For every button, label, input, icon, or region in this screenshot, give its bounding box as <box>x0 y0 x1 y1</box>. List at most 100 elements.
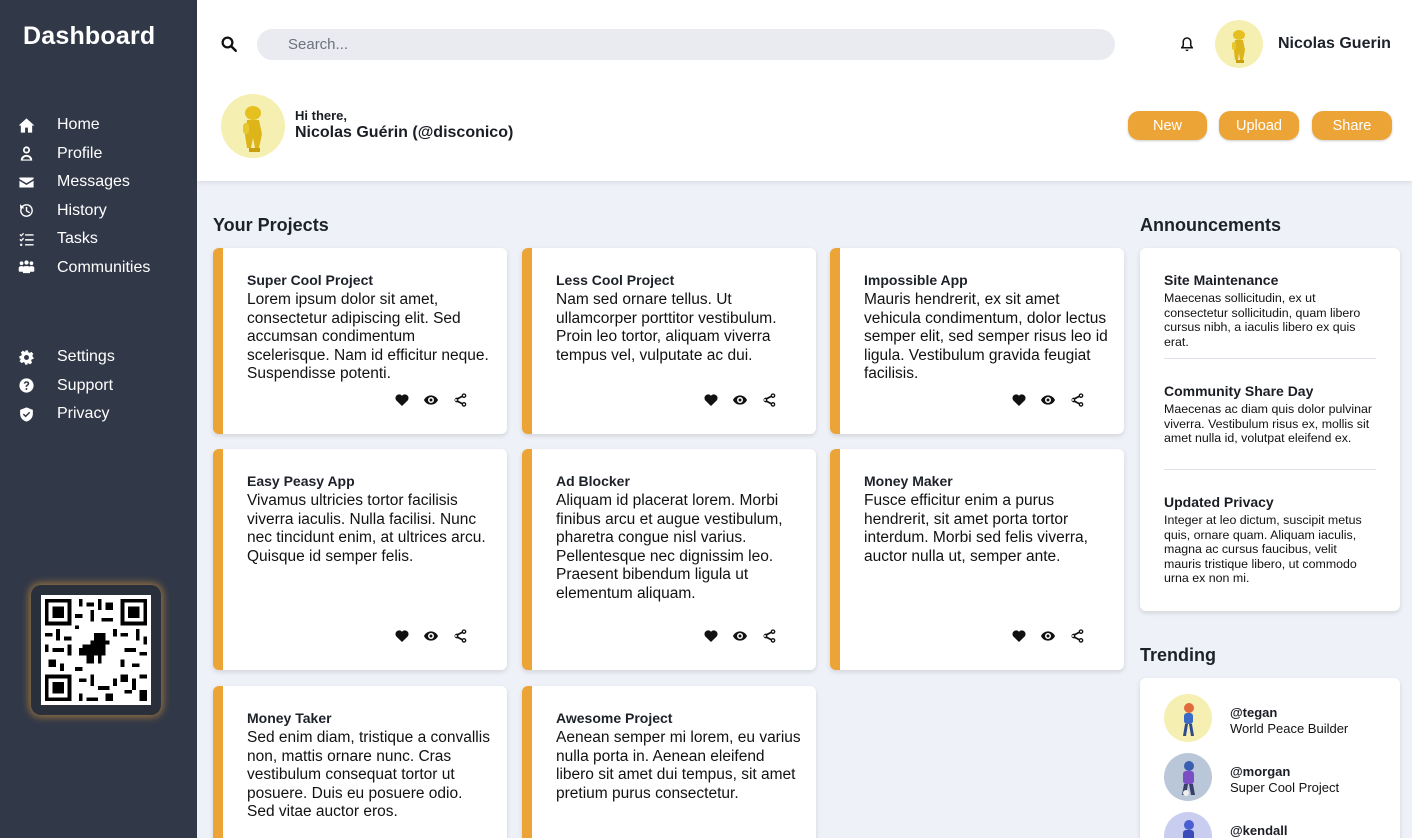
project-title: Less Cool Project <box>556 272 675 288</box>
project-card[interactable]: Super Cool Project Lorem ipsum dolor sit … <box>213 248 507 434</box>
project-description: Aenean semper mi lorem, eu varius nulla … <box>556 729 801 802</box>
project-title: Easy Peasy App <box>247 473 355 489</box>
announcement-title: Updated Privacy <box>1164 494 1274 510</box>
trending-handle: @kendall <box>1230 823 1288 838</box>
project-actions <box>1010 627 1086 645</box>
trending-project: Super Cool Project <box>1230 780 1340 795</box>
announcement-body: Maecenas sollicitudin, ex ut consectetur… <box>1164 291 1361 349</box>
search-input[interactable] <box>257 29 1115 60</box>
sidebar-item-tasks[interactable]: Tasks <box>0 225 197 254</box>
project-description: Sed enim diam, tristique a convallis non… <box>247 729 490 820</box>
top-header: Nicolas Guerin Hi there, Nicolas Guérin … <box>197 0 1412 181</box>
trending-avatar <box>1164 753 1212 801</box>
sidebar-item-home[interactable]: Home <box>0 111 197 140</box>
project-title: Impossible App <box>864 272 968 288</box>
project-actions <box>393 627 469 645</box>
announcements-card: Site Maintenance Maecenas sollicitudin, … <box>1140 248 1400 611</box>
announcement-item[interactable]: Community Share Day Maecenas ac diam qui… <box>1164 359 1376 470</box>
sidebar-item-label: Settings <box>57 348 115 366</box>
trending-title: Trending <box>1140 645 1216 665</box>
bell-icon[interactable] <box>1178 35 1196 53</box>
project-card[interactable]: Ad Blocker Aliquam id placerat lorem. Mor… <box>522 449 816 670</box>
qr-code-card <box>31 585 161 715</box>
share-button[interactable]: Share <box>1312 111 1392 140</box>
sidebar-item-messages[interactable]: Messages <box>0 168 197 197</box>
share-icon[interactable] <box>1068 627 1086 645</box>
project-actions <box>393 391 469 409</box>
tasks-icon <box>17 230 35 248</box>
trending-item[interactable]: @tegan World Peace Builder <box>1164 694 1384 744</box>
primary-nav: Home Profile Messages History Tasks Comm… <box>0 111 197 282</box>
eye-icon[interactable] <box>1039 627 1057 645</box>
project-card[interactable]: Less Cool Project Nam sed ornare tellus. … <box>522 248 816 434</box>
eye-icon[interactable] <box>1039 391 1057 409</box>
heart-icon[interactable] <box>702 627 720 645</box>
heart-icon[interactable] <box>393 627 411 645</box>
project-description: Nam sed ornare tellus. Ut ullamcorper po… <box>556 291 777 364</box>
project-title: Awesome Project <box>556 710 673 726</box>
project-card[interactable]: Easy Peasy App Vivamus ultricies tortor f… <box>213 449 507 670</box>
users-icon <box>17 259 35 277</box>
eye-icon[interactable] <box>422 627 440 645</box>
trending-item[interactable]: @kendall <box>1164 812 1384 838</box>
eye-icon[interactable] <box>731 627 749 645</box>
new-button[interactable]: New <box>1128 111 1207 140</box>
announcement-item[interactable]: Updated Privacy Integer at leo dictum, s… <box>1164 470 1376 585</box>
project-card[interactable]: Impossible App Mauris hendrerit, ex sit a… <box>830 248 1124 434</box>
sidebar-item-label: Tasks <box>57 230 98 248</box>
trending-avatar <box>1164 694 1212 742</box>
project-actions <box>702 391 778 409</box>
project-actions <box>702 627 778 645</box>
sidebar-item-support[interactable]: Support <box>0 372 197 401</box>
project-description: Fusce efficitur enim a purus hendrerit, … <box>864 492 1088 565</box>
sidebar-item-history[interactable]: History <box>0 197 197 226</box>
user-name[interactable]: Nicolas Guerin <box>1278 35 1391 53</box>
project-card[interactable]: Money Maker Fusce efficitur enim a purus … <box>830 449 1124 670</box>
history-icon <box>17 202 35 220</box>
greeting-name: Nicolas Guérin (@disconico) <box>295 124 514 141</box>
sidebar-item-settings[interactable]: Settings <box>0 343 197 372</box>
share-icon[interactable] <box>451 627 469 645</box>
project-title: Ad Blocker <box>556 473 630 489</box>
share-icon[interactable] <box>760 391 778 409</box>
home-icon <box>17 116 35 134</box>
sidebar-item-label: Messages <box>57 173 130 191</box>
user-avatar[interactable] <box>1215 20 1263 68</box>
trending-project: World Peace Builder <box>1230 721 1349 736</box>
sidebar-item-profile[interactable]: Profile <box>0 140 197 169</box>
project-card[interactable]: Awesome Project Aenean semper mi lorem, e… <box>522 686 816 838</box>
project-description: Lorem ipsum dolor sit amet, consectetur … <box>247 291 489 382</box>
announcement-body: Integer at leo dictum, suscipit metus qu… <box>1164 513 1362 586</box>
trending-item[interactable]: @morgan Super Cool Project <box>1164 753 1384 803</box>
announcement-title: Site Maintenance <box>1164 272 1279 288</box>
announcement-title: Community Share Day <box>1164 383 1314 399</box>
sidebar-item-communities[interactable]: Communities <box>0 254 197 283</box>
share-icon[interactable] <box>451 391 469 409</box>
heart-icon[interactable] <box>702 391 720 409</box>
share-icon[interactable] <box>1068 391 1086 409</box>
sidebar-item-label: Profile <box>57 144 103 162</box>
envelope-icon <box>17 173 35 191</box>
search-icon[interactable] <box>220 35 238 53</box>
project-actions <box>1010 391 1086 409</box>
project-title: Super Cool Project <box>247 272 374 288</box>
secondary-nav: Settings Support Privacy <box>0 343 197 429</box>
sidebar: Dashboard Home Profile Messages History … <box>0 0 197 838</box>
eye-icon[interactable] <box>422 391 440 409</box>
heart-icon[interactable] <box>393 391 411 409</box>
share-icon[interactable] <box>760 627 778 645</box>
announcement-body: Maecenas ac diam quis dolor pulvinar viv… <box>1164 402 1372 446</box>
profile-icon <box>17 145 35 163</box>
heart-icon[interactable] <box>1010 391 1028 409</box>
sidebar-item-label: Communities <box>57 258 151 276</box>
upload-button[interactable]: Upload <box>1219 111 1299 140</box>
heart-icon[interactable] <box>1010 627 1028 645</box>
greeting-text: Hi there, <box>295 108 348 123</box>
trending-card: @tegan World Peace Builder @morgan Super… <box>1140 678 1400 838</box>
announcement-item[interactable]: Site Maintenance Maecenas sollicitudin, … <box>1164 248 1376 359</box>
sidebar-item-privacy[interactable]: Privacy <box>0 400 197 429</box>
project-card[interactable]: Money Taker Sed enim diam, tristique a co… <box>213 686 507 838</box>
profile-avatar <box>221 94 285 158</box>
sidebar-item-label: History <box>57 201 107 219</box>
eye-icon[interactable] <box>731 391 749 409</box>
